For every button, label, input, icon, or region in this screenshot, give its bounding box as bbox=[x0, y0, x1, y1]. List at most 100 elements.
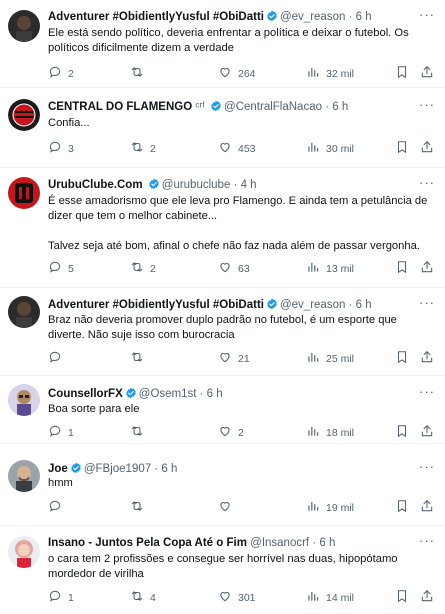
reply-button[interactable] bbox=[48, 500, 68, 516]
views-count: 18 mil bbox=[326, 427, 355, 439]
retweet-button[interactable]: 4 bbox=[130, 590, 156, 606]
reply-icon bbox=[48, 260, 68, 279]
user-handle[interactable]: @Osem1st bbox=[139, 388, 197, 400]
more-options-icon[interactable]: ··· bbox=[419, 98, 435, 112]
share-button[interactable] bbox=[420, 260, 440, 277]
like-button[interactable]: 453 bbox=[218, 141, 256, 157]
display-name[interactable]: Adventurer #ObidientlyYusful #ObiDatti bbox=[48, 299, 264, 311]
user-handle[interactable]: @urubuclube bbox=[162, 179, 231, 191]
tweet-actions: 2 264 32 mil bbox=[48, 65, 435, 82]
bookmark-icon bbox=[395, 424, 415, 443]
tweet-item[interactable]: Adventurer #ObidientlyYusful #ObiDatti @e… bbox=[0, 288, 445, 376]
timestamp[interactable]: · 6 h bbox=[325, 101, 348, 113]
retweet-button[interactable] bbox=[130, 500, 150, 516]
display-name[interactable]: Insano - Juntos Pela Copa Até o Fim bbox=[48, 537, 247, 549]
like-button[interactable]: 301 bbox=[218, 590, 256, 606]
like-button[interactable]: 63 bbox=[218, 261, 250, 277]
name-suffix: ᶜʳᶠ bbox=[192, 101, 209, 113]
retweet-button[interactable] bbox=[130, 425, 150, 441]
timestamp[interactable]: · 6 h bbox=[349, 11, 372, 23]
share-button[interactable] bbox=[420, 424, 440, 441]
reply-button[interactable]: 1 bbox=[48, 590, 74, 606]
user-handle[interactable]: @CentralFlaNacao bbox=[224, 101, 322, 113]
user-handle[interactable]: @Insanocrf bbox=[250, 537, 309, 549]
share-button[interactable] bbox=[420, 140, 440, 157]
more-options-icon[interactable]: ··· bbox=[419, 460, 435, 474]
user-handle[interactable]: @ev_reason bbox=[280, 11, 345, 23]
tweet-item[interactable]: UrubuClube.Com @urubuclube · 4 h ··· É e… bbox=[0, 168, 445, 288]
dark-portrait-avatar[interactable] bbox=[8, 296, 40, 328]
views-button[interactable]: 30 mil bbox=[306, 141, 354, 157]
retweet-button[interactable] bbox=[130, 351, 150, 367]
retweet-button[interactable]: 2 bbox=[130, 141, 156, 157]
bookmark-button[interactable] bbox=[395, 65, 415, 82]
more-options-icon[interactable]: ··· bbox=[419, 296, 435, 310]
bookmark-icon bbox=[395, 350, 415, 369]
share-button[interactable] bbox=[420, 350, 440, 367]
display-name[interactable]: CENTRAL DO FLAMENGO bbox=[48, 101, 192, 113]
user-handle[interactable]: @FBjoe1907 bbox=[84, 463, 151, 475]
views-button[interactable]: 18 mil bbox=[306, 425, 354, 441]
timestamp[interactable]: · 4 h bbox=[234, 179, 257, 191]
retweet-button[interactable]: 2 bbox=[130, 261, 156, 277]
tweet-item[interactable]: CENTRAL DO FLAMENGO ᶜʳᶠ @CentralFlaNacao… bbox=[0, 88, 445, 168]
bookmark-button[interactable] bbox=[395, 499, 415, 516]
views-count: 14 mil bbox=[326, 592, 355, 604]
more-options-icon[interactable]: ··· bbox=[419, 385, 435, 399]
like-button[interactable]: 264 bbox=[218, 66, 256, 82]
bookmark-icon bbox=[395, 260, 415, 279]
tweet-item[interactable]: Adventurer #ObidientlyYusful #ObiDatti @e… bbox=[0, 0, 445, 88]
tweet-item[interactable]: Joe @FBjoe1907 · 6 h ··· hmm 19 mil bbox=[0, 444, 445, 526]
like-button[interactable] bbox=[218, 500, 238, 516]
display-name[interactable]: Adventurer #ObidientlyYusful #ObiDatti bbox=[48, 11, 264, 23]
retweet-button[interactable] bbox=[130, 66, 150, 82]
views-button[interactable]: 19 mil bbox=[306, 500, 354, 516]
woman-portrait-avatar[interactable] bbox=[8, 536, 40, 568]
share-button[interactable] bbox=[420, 589, 440, 606]
views-button[interactable]: 13 mil bbox=[306, 261, 354, 277]
like-button[interactable]: 21 bbox=[218, 351, 250, 367]
timestamp[interactable]: · 6 h bbox=[200, 388, 223, 400]
views-count: 25 mil bbox=[326, 353, 355, 365]
bookmark-button[interactable] bbox=[395, 140, 415, 157]
display-name[interactable]: Joe bbox=[48, 463, 68, 475]
reply-button[interactable]: 5 bbox=[48, 261, 74, 277]
more-options-icon[interactable]: ··· bbox=[419, 534, 435, 548]
display-name[interactable]: UrubuClube.Com bbox=[48, 179, 143, 191]
cartoon-avatar[interactable] bbox=[8, 384, 40, 416]
bookmark-button[interactable] bbox=[395, 260, 415, 279]
reply-button[interactable]: 2 bbox=[48, 66, 74, 82]
reply-count: 1 bbox=[68, 427, 74, 439]
timestamp[interactable]: · 6 h bbox=[312, 537, 335, 549]
tweet-item[interactable]: CounsellorFX @Osem1st · 6 h ··· Boa sorte… bbox=[0, 376, 445, 444]
bookmark-button[interactable] bbox=[395, 424, 415, 443]
user-handle[interactable]: @ev_reason bbox=[280, 299, 345, 311]
bookmark-button[interactable] bbox=[395, 589, 415, 606]
timestamp[interactable]: · 6 h bbox=[349, 299, 372, 311]
reply-button[interactable]: 3 bbox=[48, 141, 74, 157]
more-options-icon[interactable]: ··· bbox=[419, 176, 435, 190]
views-chart-icon bbox=[306, 499, 326, 518]
tweet-actions: 1 4 301 14 mil bbox=[48, 589, 435, 606]
bookmark-button[interactable] bbox=[395, 350, 415, 369]
tweet-item[interactable]: Insano - Juntos Pela Copa Até o Fim @Ins… bbox=[0, 526, 445, 614]
share-button[interactable] bbox=[420, 499, 440, 516]
like-button[interactable]: 2 bbox=[218, 425, 244, 441]
flamengo-crest-avatar[interactable] bbox=[8, 99, 40, 131]
more-options-icon[interactable]: ··· bbox=[419, 8, 435, 22]
man-portrait-avatar[interactable] bbox=[8, 460, 40, 492]
tweet-actions: 19 mil bbox=[48, 499, 435, 516]
heart-icon bbox=[218, 140, 238, 159]
views-button[interactable]: 32 mil bbox=[306, 66, 354, 82]
display-name[interactable]: CounsellorFX bbox=[48, 388, 123, 400]
urubu-logo-avatar[interactable] bbox=[8, 177, 40, 209]
timestamp[interactable]: · 6 h bbox=[154, 463, 177, 475]
tweet-text: Braz não deveria promover duplo padrão n… bbox=[48, 314, 397, 341]
dark-portrait-avatar[interactable] bbox=[8, 10, 40, 42]
reply-button[interactable]: 1 bbox=[48, 425, 74, 441]
retweet-icon bbox=[130, 589, 150, 608]
views-button[interactable]: 14 mil bbox=[306, 590, 354, 606]
reply-button[interactable] bbox=[48, 351, 68, 367]
share-button[interactable] bbox=[420, 65, 440, 82]
views-button[interactable]: 25 mil bbox=[306, 351, 354, 367]
